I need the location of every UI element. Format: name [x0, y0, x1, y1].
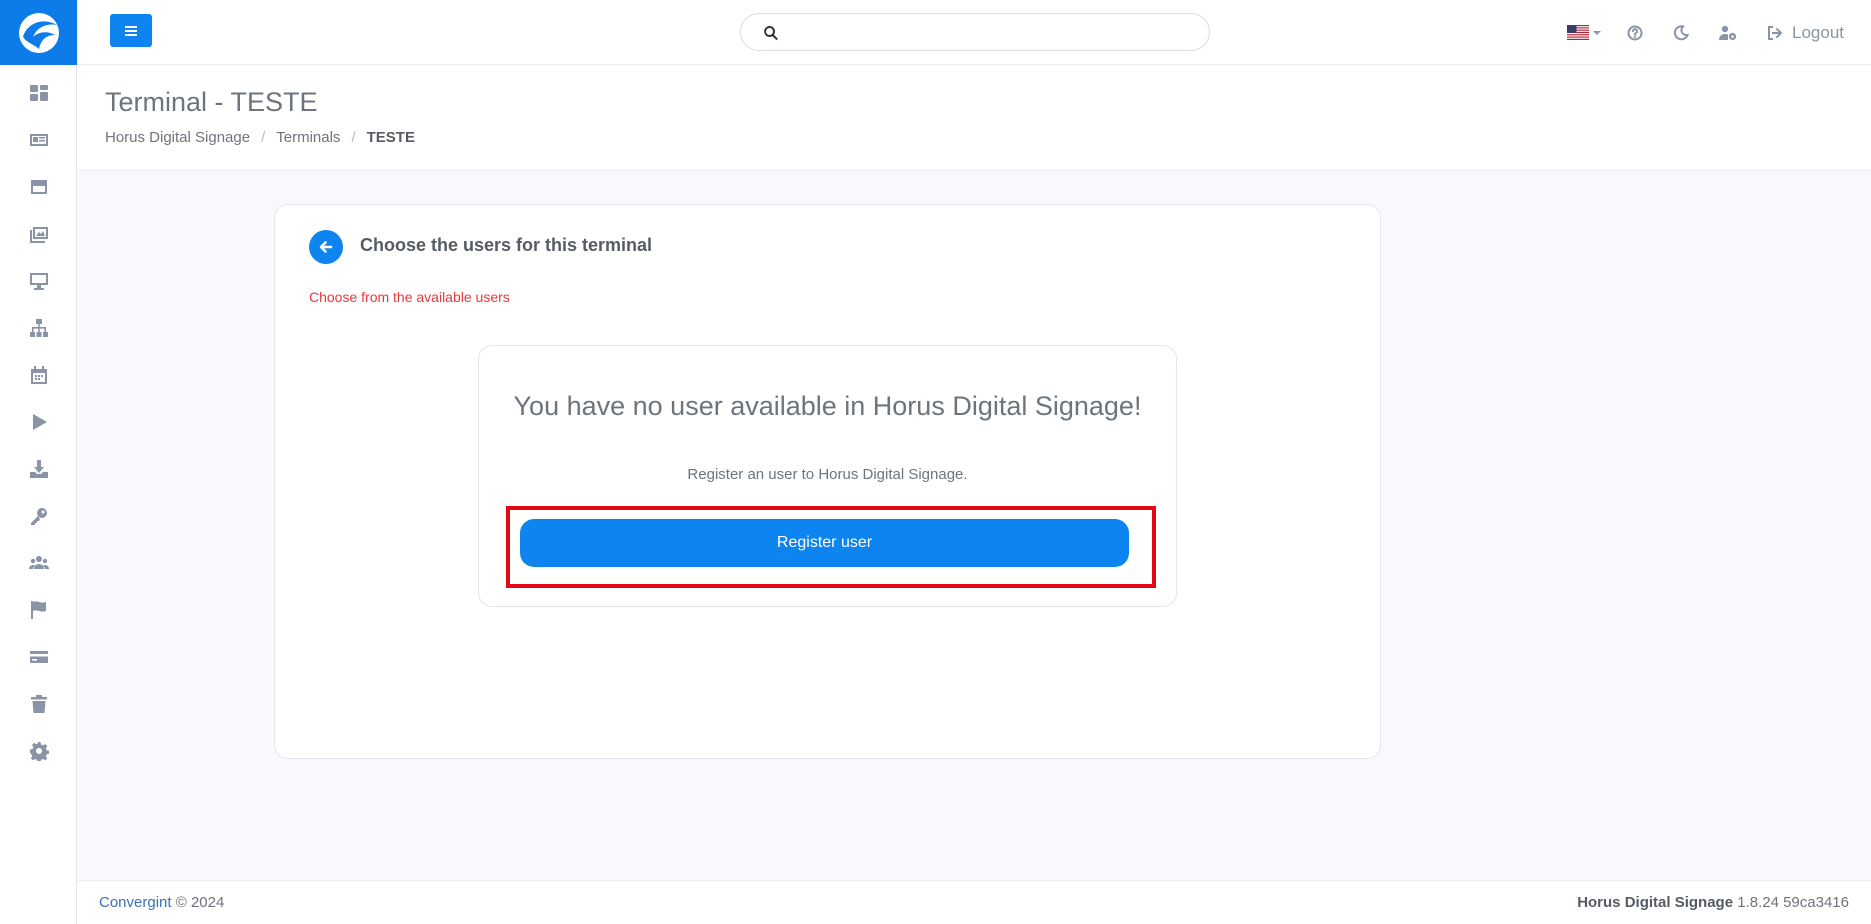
dashboard-icon: [29, 85, 48, 101]
eagle-logo-icon: [18, 12, 59, 53]
play-icon: [32, 414, 47, 430]
app-logo[interactable]: [0, 0, 77, 65]
key-icon: [30, 508, 47, 525]
dark-mode-toggle[interactable]: [1673, 24, 1689, 41]
us-flag-icon: [1567, 25, 1589, 40]
back-button[interactable]: [309, 230, 343, 264]
language-selector[interactable]: [1567, 25, 1601, 40]
search-box[interactable]: [740, 13, 1210, 51]
breadcrumb-current: TESTE: [366, 129, 415, 146]
page-header: Terminal - TESTE Horus Digital Signage /…: [77, 65, 1871, 171]
breadcrumb-separator: /: [261, 129, 266, 146]
choose-users-card: Choose the users for this terminal Choos…: [274, 204, 1381, 759]
sidebar-item-licenses[interactable]: [0, 496, 77, 536]
help-icon: [1627, 25, 1643, 40]
copyright-text: © 2024: [175, 894, 225, 911]
moon-icon: [1673, 24, 1689, 40]
sidebar: [0, 0, 77, 924]
company-link[interactable]: Convergint: [99, 894, 172, 911]
footer-version: Horus Digital Signage 1.8.24 59ca3416: [1577, 894, 1849, 911]
card-subtitle: Choose from the available users: [309, 289, 510, 305]
sidebar-item-settings[interactable]: [0, 731, 77, 771]
page-title: Terminal - TESTE: [105, 87, 318, 117]
search-input[interactable]: [791, 18, 1191, 46]
images-icon: [29, 227, 48, 243]
sidebar-item-users[interactable]: [0, 543, 77, 583]
user-gear-icon: [1719, 25, 1737, 40]
sidebar-item-flags[interactable]: [0, 590, 77, 630]
product-name: Horus Digital Signage: [1577, 894, 1734, 911]
calendar-icon: [30, 366, 47, 384]
breadcrumb: Horus Digital Signage / Terminals / TEST…: [105, 129, 415, 146]
version-text: 1.8.24 59ca3416: [1737, 894, 1849, 911]
monitor-icon: [29, 273, 48, 290]
breadcrumb-terminals[interactable]: Terminals: [276, 129, 340, 146]
sidebar-item-cards[interactable]: [0, 120, 77, 160]
breadcrumb-home[interactable]: Horus Digital Signage: [105, 129, 250, 146]
arrow-left-icon: [319, 241, 333, 253]
flag-icon: [30, 601, 46, 619]
footer: Convergint © 2024 Horus Digital Signage …: [77, 880, 1871, 924]
sidebar-item-schedule[interactable]: [0, 355, 77, 395]
gear-icon: [29, 742, 49, 761]
sidebar-item-payments[interactable]: [0, 637, 77, 677]
logout-button[interactable]: Logout: [1767, 23, 1844, 43]
sitemap-icon: [29, 319, 48, 337]
logout-label: Logout: [1792, 22, 1844, 42]
sidebar-item-media[interactable]: [0, 214, 77, 254]
users-icon: [28, 556, 49, 569]
logout-icon: [1768, 25, 1782, 40]
sidebar-item-playlists[interactable]: [0, 402, 77, 442]
sidebar-item-terminals[interactable]: [0, 261, 77, 301]
topbar-actions: Logout: [1567, 0, 1844, 65]
sidebar-item-layouts[interactable]: [0, 167, 77, 207]
layout-icon: [30, 180, 47, 194]
id-card-icon: [29, 134, 48, 146]
search-icon: [764, 26, 778, 41]
card-title: Choose the users for this terminal: [360, 235, 653, 255]
download-icon: [29, 460, 48, 478]
sidebar-item-downloads[interactable]: [0, 449, 77, 489]
footer-copyright: Convergint © 2024: [99, 894, 224, 911]
help-button[interactable]: [1627, 25, 1643, 41]
sidebar-item-groups[interactable]: [0, 308, 77, 348]
trash-icon: [30, 695, 47, 713]
chevron-down-icon: [1593, 30, 1601, 35]
credit-card-icon: [29, 651, 48, 663]
user-settings-button[interactable]: [1719, 25, 1737, 41]
breadcrumb-separator: /: [351, 129, 356, 146]
hamburger-icon: [125, 25, 137, 36]
menu-toggle-button[interactable]: [110, 14, 152, 47]
topbar: Logout: [77, 0, 1871, 65]
empty-state-title: You have no user available in Horus Digi…: [513, 391, 1142, 421]
sidebar-item-trash[interactable]: [0, 684, 77, 724]
register-user-button[interactable]: Register user: [520, 519, 1129, 567]
sidebar-item-dashboard[interactable]: [0, 73, 77, 113]
empty-state-card: You have no user available in Horus Digi…: [478, 345, 1177, 607]
empty-state-description: Register an user to Horus Digital Signag…: [687, 466, 968, 483]
